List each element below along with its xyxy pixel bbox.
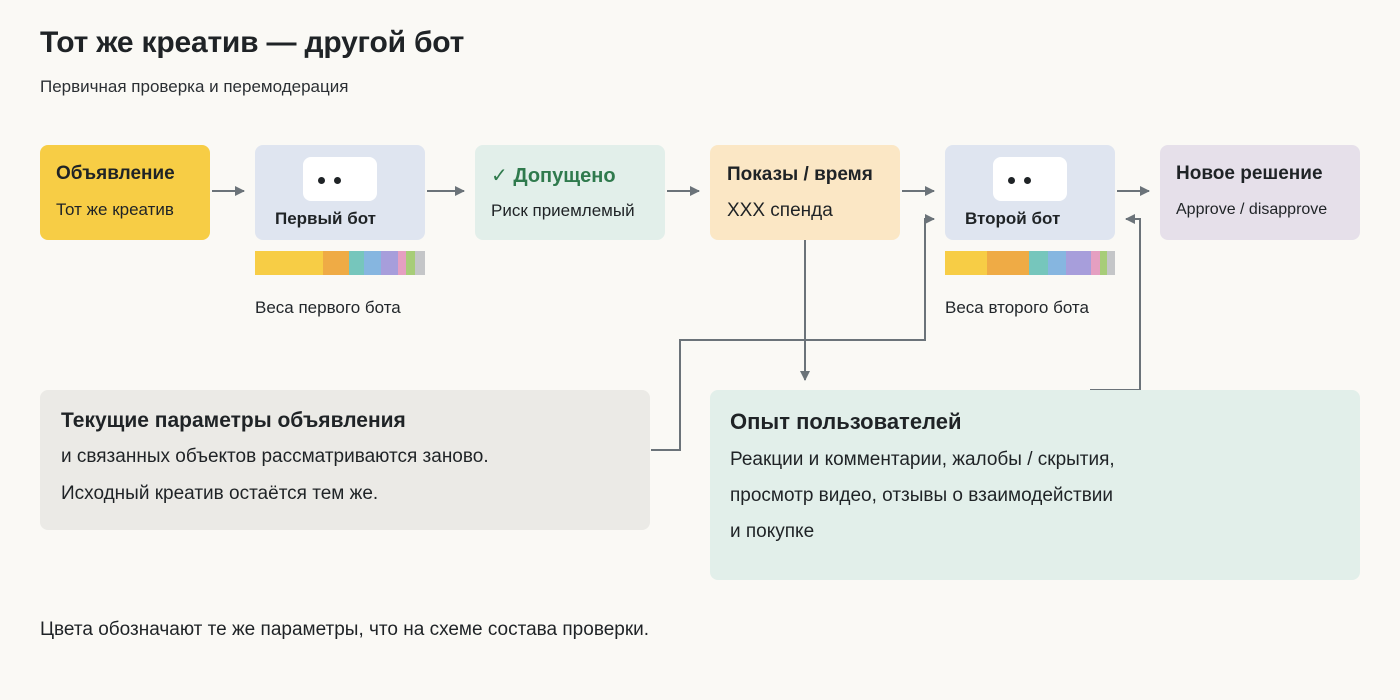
ad-params-line-2: Исходный креатив остаётся тем же. bbox=[61, 483, 379, 504]
arrow-experience-to-new-decision bbox=[1090, 214, 1141, 391]
weight-segment bbox=[323, 251, 349, 275]
second-bot-title: Второй бот bbox=[965, 209, 1061, 228]
weight-segment bbox=[397, 251, 407, 275]
new-decision-title: Новое решение bbox=[1176, 163, 1323, 184]
approved-text: Риск приемлемый bbox=[491, 201, 635, 220]
weight-segment bbox=[380, 251, 398, 275]
ad-card-text: Тот же креатив bbox=[56, 200, 174, 219]
user-experience-line-2: просмотр видео, отзывы о взаимодействии bbox=[730, 485, 1114, 506]
shows-title: Показы / время bbox=[727, 164, 873, 185]
second-bot-weights-bar bbox=[945, 251, 1116, 275]
bot-face-icon bbox=[303, 157, 377, 201]
weight-segment bbox=[1029, 251, 1048, 275]
ad-params-title: Текущие параметры объявления bbox=[61, 409, 406, 432]
approved-title: ✓ Допущено bbox=[491, 163, 616, 188]
new-decision-card: Новое решение Approve / disapprove bbox=[1160, 145, 1360, 240]
weight-segment bbox=[945, 251, 988, 275]
user-experience-line-3: и покупке bbox=[730, 521, 815, 542]
weight-segment bbox=[1099, 251, 1107, 275]
first-bot-weights-bar bbox=[255, 251, 425, 275]
footer-note: Цвета обозначают те же параметры, что на… bbox=[40, 619, 650, 640]
ad-card: Объявление Тот же креатив bbox=[40, 145, 210, 240]
weight-segment bbox=[348, 251, 364, 275]
first-bot-card: Первый бот bbox=[255, 145, 425, 240]
user-experience-card: Опыт пользователей Реакции и комментарии… bbox=[710, 390, 1360, 580]
shows-card: Показы / время XXX спенда bbox=[710, 145, 900, 240]
ad-params-line-1: и связанных объектов рассматриваются зан… bbox=[61, 446, 489, 467]
new-decision-text: Approve / disapprove bbox=[1176, 201, 1328, 218]
weight-segment bbox=[1066, 251, 1092, 275]
weight-segment bbox=[255, 251, 323, 275]
approved-title-text: Допущено bbox=[513, 165, 616, 187]
weight-segment bbox=[363, 251, 381, 275]
page-title: Тот же креатив — другой бот bbox=[40, 26, 465, 59]
ad-card-title: Объявление bbox=[56, 163, 175, 184]
check-icon: ✓ bbox=[491, 165, 508, 187]
first-bot-weights-caption: Веса первого бота bbox=[255, 298, 401, 317]
weight-segment bbox=[414, 251, 425, 275]
ad-params-card: Текущие параметры объявления и связанных… bbox=[40, 390, 650, 530]
bot-eye-right bbox=[1024, 177, 1031, 184]
weight-segment bbox=[406, 251, 415, 275]
weight-segment bbox=[1091, 251, 1100, 275]
first-bot-title: Первый бот bbox=[275, 209, 376, 228]
weight-segment bbox=[1047, 251, 1067, 275]
user-experience-title: Опыт пользователей bbox=[730, 409, 962, 434]
approved-card: ✓ Допущено Риск приемлемый bbox=[475, 145, 665, 240]
bot-eye-right bbox=[334, 177, 341, 184]
flow-connectors bbox=[212, 186, 1150, 451]
second-bot-weights-caption: Веса второго бота bbox=[945, 298, 1089, 317]
weight-segment bbox=[987, 251, 1030, 275]
bot-eye-left bbox=[318, 177, 325, 184]
shows-text: XXX спенда bbox=[727, 200, 833, 221]
bot-face-icon bbox=[993, 157, 1067, 201]
bot-eye-left bbox=[1008, 177, 1015, 184]
second-bot-card: Второй бот bbox=[945, 145, 1115, 240]
user-experience-line-1: Реакции и комментарии, жалобы / скрытия, bbox=[730, 449, 1115, 470]
weight-segment bbox=[1106, 251, 1116, 275]
page-subtitle: Первичная проверка и перемодерация bbox=[40, 77, 349, 96]
